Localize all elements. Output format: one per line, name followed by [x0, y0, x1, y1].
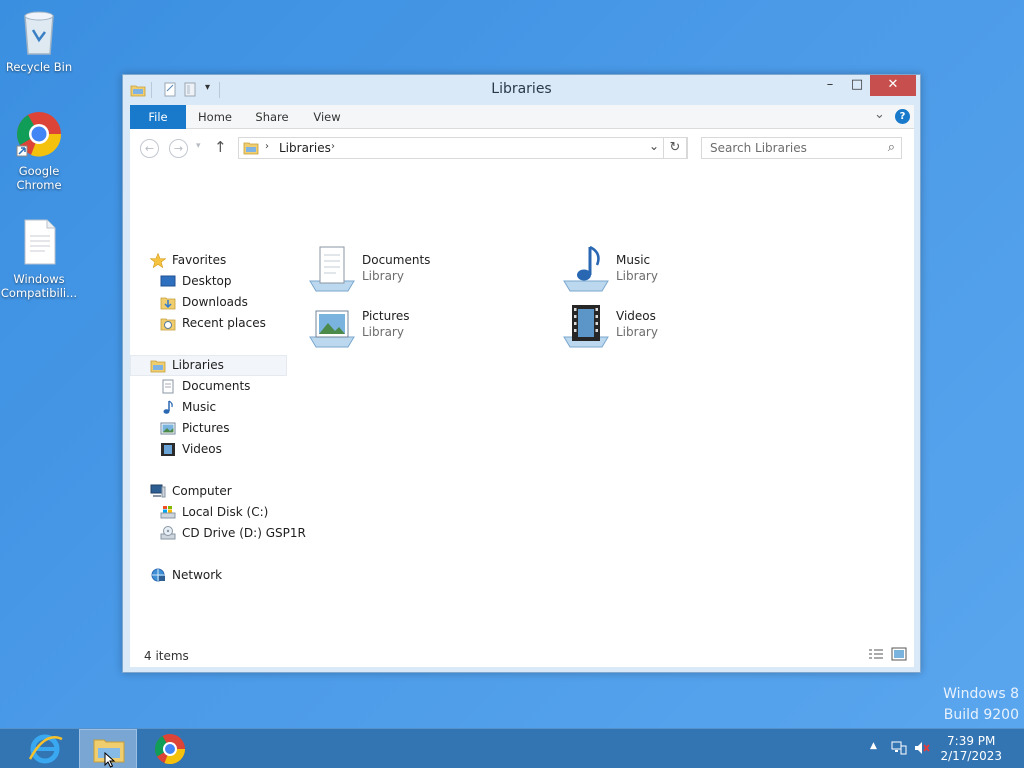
watermark-line: Build 9200 [943, 707, 1019, 723]
local-disk-icon [160, 505, 176, 520]
taskbar-chrome[interactable] [141, 729, 199, 768]
pictures-library-icon [308, 301, 356, 349]
window-title: Libraries [491, 81, 552, 97]
music-library-icon [562, 245, 610, 293]
downloads-icon [160, 295, 176, 310]
library-item-name: Documents [362, 253, 431, 267]
clock-date: 2/17/2023 [940, 749, 1002, 763]
back-button[interactable]: ← [140, 139, 159, 158]
title-bar[interactable]: ▾ Libraries – □ ✕ [123, 75, 920, 105]
volume-muted-icon[interactable] [914, 741, 930, 758]
watermark-line: Windows 8 [943, 686, 1019, 702]
documents-library-icon [308, 245, 356, 293]
taskbar: ▲ 7:39 PM 2/17/2023 [0, 728, 1024, 768]
help-icon[interactable]: ? [895, 109, 910, 124]
explorer-window: ▾ Libraries – □ ✕ File Home Share View ⌄… [122, 74, 921, 673]
library-item-type: Library [616, 269, 658, 283]
nav-label: Local Disk (C:) [182, 505, 269, 519]
library-item-type: Library [362, 325, 404, 339]
address-bar[interactable]: › Libraries › ⌄ [238, 137, 688, 159]
windows-build-watermark: Windows 8 Build 9200 [943, 684, 1019, 726]
search-placeholder: Search Libraries [710, 141, 807, 155]
videos-library-icon [562, 301, 610, 349]
maximize-button[interactable]: □ [843, 75, 871, 96]
desktop-icon-recycle-bin[interactable]: Recycle Bin [0, 6, 78, 74]
tab-view[interactable]: View [306, 105, 348, 129]
ribbon-expand-icon[interactable]: ⌄ [874, 107, 888, 127]
close-button[interactable]: ✕ [870, 75, 916, 96]
desktop-icon-chrome[interactable]: Google Chrome [0, 110, 78, 192]
desktop-icon-windows-compatibility[interactable]: Windows Compatibili... [0, 218, 78, 300]
ribbon-tabs: File Home Share View ⌄ ? [130, 105, 914, 129]
libraries-icon [150, 358, 166, 373]
star-icon [149, 252, 167, 269]
nav-label: Libraries [172, 358, 224, 372]
documents-icon [160, 379, 176, 394]
tab-file[interactable]: File [130, 105, 186, 129]
library-item-type: Library [362, 269, 404, 283]
library-item-name: Videos [616, 309, 656, 323]
large-icons-view-icon[interactable] [891, 647, 907, 661]
nav-label: Recent places [182, 316, 266, 330]
desktop-icon-label: Google Chrome [16, 164, 62, 192]
breadcrumb-separator-icon[interactable]: › [331, 141, 335, 152]
nav-label: Music [182, 400, 217, 414]
cd-drive-icon [160, 526, 176, 541]
recycle-bin-icon [15, 6, 63, 58]
internet-explorer-icon [28, 734, 63, 764]
network-icon [150, 568, 166, 583]
address-dropdown-icon[interactable]: ⌄ [649, 139, 659, 153]
library-item-name: Music [616, 253, 651, 267]
library-item-documents[interactable]: Documents Library [308, 245, 538, 293]
explorer-content-pane: ← → ▾ ↑ › Libraries › ⌄ ↻ Search Librari… [130, 129, 914, 667]
tab-home[interactable]: Home [192, 105, 238, 129]
search-icon[interactable]: ⌕ [888, 140, 895, 155]
forward-button[interactable]: → [169, 139, 188, 158]
network-status-icon[interactable] [891, 741, 907, 758]
nav-label: Downloads [182, 295, 248, 309]
document-icon [15, 218, 63, 270]
pictures-icon [160, 421, 176, 436]
nav-label: CD Drive (D:) GSP1R [182, 526, 306, 540]
clock[interactable]: 7:39 PM 2/17/2023 [940, 734, 1002, 764]
tab-share[interactable]: Share [248, 105, 296, 129]
up-button[interactable]: ↑ [214, 138, 227, 156]
tray-chevron-icon[interactable]: ▲ [870, 741, 877, 751]
mouse-cursor-icon [104, 751, 118, 768]
library-item-type: Library [616, 325, 658, 339]
breadcrumb-libraries[interactable]: Libraries [279, 141, 331, 155]
desktop-icon [160, 274, 176, 289]
library-item-pictures[interactable]: Pictures Library [308, 301, 538, 349]
library-item-name: Pictures [362, 309, 410, 323]
refresh-button[interactable]: ↻ [663, 137, 687, 159]
clock-time: 7:39 PM [947, 734, 996, 748]
nav-label: Documents [182, 379, 251, 393]
recent-locations-icon[interactable]: ▾ [196, 141, 201, 151]
details-view-icon[interactable] [868, 647, 884, 661]
status-item-count: 4 items [144, 649, 189, 663]
breadcrumb-separator-icon[interactable]: › [265, 141, 269, 152]
nav-label: Pictures [182, 421, 230, 435]
nav-label: Desktop [182, 274, 232, 288]
computer-icon [150, 484, 166, 499]
desktop-icon-label: Recycle Bin [5, 60, 73, 74]
videos-icon [160, 442, 176, 457]
recent-places-icon [160, 316, 176, 331]
chrome-icon [154, 734, 186, 765]
search-input[interactable]: Search Libraries ⌕ [701, 137, 902, 159]
library-item-videos[interactable]: Videos Library [562, 301, 792, 349]
minimize-button[interactable]: – [816, 75, 844, 96]
music-icon [160, 400, 176, 415]
chrome-icon [15, 110, 63, 162]
taskbar-internet-explorer[interactable] [16, 729, 74, 768]
nav-label: Network [172, 568, 223, 582]
desktop-icon-label: Windows Compatibili... [0, 272, 78, 300]
nav-label: Videos [182, 442, 222, 456]
nav-label: Computer [172, 484, 232, 498]
libraries-icon [243, 141, 259, 158]
nav-label: Favorites [172, 253, 227, 267]
library-item-music[interactable]: Music Library [562, 245, 792, 293]
